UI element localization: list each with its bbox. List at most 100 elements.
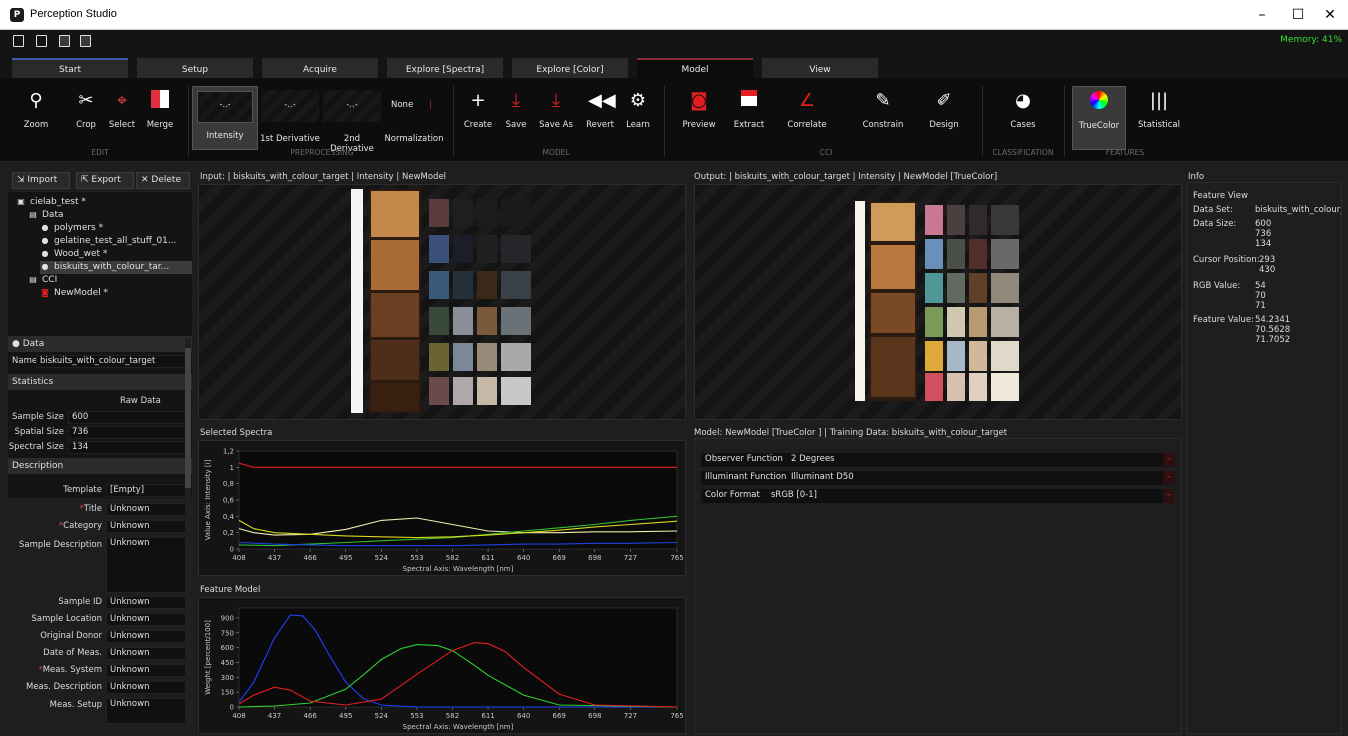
category-field[interactable]: Unknown bbox=[106, 520, 186, 533]
design-button[interactable]: ✐ Design bbox=[922, 86, 966, 144]
date-of-meas-field[interactable]: Unknown bbox=[106, 647, 186, 660]
tree-item-wood-wet[interactable]: ● Wood_wet * bbox=[40, 248, 108, 261]
first-derivative-button[interactable]: -..- 1st Derivative bbox=[259, 86, 321, 144]
scrollbar-thumb[interactable] bbox=[185, 348, 191, 488]
tab-explore-spectra[interactable]: Explore [Spectra] bbox=[387, 58, 503, 78]
x-tick-label: 466 bbox=[303, 554, 317, 562]
tree-item-label: gelatine_test_all_stuff_01... bbox=[54, 236, 177, 246]
biscuit-4 bbox=[371, 340, 419, 380]
truecolor-button[interactable]: TrueColor bbox=[1072, 86, 1126, 150]
template-field[interactable]: [Empty] bbox=[106, 484, 186, 497]
x-tick-label: 495 bbox=[339, 712, 352, 720]
wand-icon: ✐ bbox=[936, 90, 952, 111]
group-edit: EDIT bbox=[91, 148, 109, 157]
tree-item-label: CCI bbox=[42, 275, 58, 285]
observer-function-value[interactable]: 2 Degrees bbox=[791, 454, 834, 464]
intensity-preview: -..- bbox=[197, 91, 253, 123]
learn-button[interactable]: ⚙ Learn bbox=[620, 86, 656, 144]
revert-button[interactable]: ◀◀ Revert bbox=[582, 86, 618, 144]
delete-label: Delete bbox=[151, 175, 181, 185]
meas-description-label: Meas. Description bbox=[25, 682, 102, 692]
color-format-row[interactable]: Color Format sRGB [0-1] – bbox=[701, 489, 1175, 503]
datasize-value: 600 736 134 bbox=[1255, 219, 1272, 249]
dropdown-arrow-icon[interactable]: – bbox=[1163, 489, 1175, 503]
tree-item-polymers[interactable]: ● polymers * bbox=[40, 222, 104, 235]
tree-item-label: Data bbox=[42, 210, 64, 220]
biscuit-5 bbox=[371, 383, 419, 411]
new-file-icon[interactable] bbox=[13, 35, 24, 47]
x-tick-label: 495 bbox=[339, 554, 352, 562]
x-tick-label: 640 bbox=[517, 554, 530, 562]
tree-item-cci-folder[interactable]: ▤ CCI bbox=[28, 274, 57, 287]
biscuit-1 bbox=[871, 203, 915, 241]
tab-model[interactable]: Model bbox=[637, 58, 753, 78]
tab-explore-color[interactable]: Explore [Color] bbox=[512, 58, 628, 78]
tab-setup[interactable]: Setup bbox=[137, 58, 253, 78]
constrain-label: Constrain bbox=[862, 120, 904, 130]
save-as-button[interactable]: ⤓ Save As bbox=[536, 86, 576, 144]
dropdown-arrow-icon[interactable]: – bbox=[1163, 453, 1175, 467]
input-image-view[interactable] bbox=[198, 184, 686, 420]
color-format-value[interactable]: sRGB [0-1] bbox=[771, 490, 817, 500]
close-button[interactable]: ✕ bbox=[1312, 0, 1348, 30]
tree-item-gelatine[interactable]: ● gelatine_test_all_stuff_01... bbox=[40, 235, 177, 248]
meas-system-field[interactable]: Unknown bbox=[106, 664, 186, 677]
info-panel: Feature View Data Set: biskuits_with_col… bbox=[1186, 182, 1342, 734]
extract-button[interactable]: Extract bbox=[728, 86, 770, 144]
output-image-view[interactable] bbox=[694, 184, 1182, 420]
original-donor-field[interactable]: Unknown bbox=[106, 630, 186, 643]
selected-spectra-plot[interactable]: 408 437 466 495 524 553 582 611 640 669 698 727 765 0… bbox=[198, 440, 686, 576]
minimize-button[interactable]: – bbox=[1244, 0, 1280, 30]
sample-description-field[interactable]: Unknown bbox=[106, 537, 186, 593]
observer-function-label: Observer Function bbox=[705, 454, 783, 464]
meas-description-field[interactable]: Unknown bbox=[106, 681, 186, 694]
save-all-icon[interactable] bbox=[80, 35, 91, 47]
app-window: P Perception Studio – ☐ ✕ Memory: 41% St… bbox=[0, 0, 1348, 736]
tree-item-project[interactable]: ▣ cielab_test * bbox=[16, 196, 86, 209]
intensity-button[interactable]: -..- Intensity bbox=[192, 86, 258, 150]
zoom-button[interactable]: ⚲ Zoom bbox=[16, 86, 56, 144]
ribbon: ⚲ Zoom ✂ Crop ⌖ Select Merge EDIT -..- Inte… bbox=[0, 78, 1348, 162]
delete-button[interactable]: ✕ Delete bbox=[136, 172, 190, 189]
statistical-button[interactable]: ||| Statistical bbox=[1134, 86, 1184, 144]
tree-item-newmodel[interactable]: ◙ NewModel * bbox=[40, 287, 108, 300]
tree-item-biskuits[interactable]: ● biskuits_with_colour_tar... bbox=[40, 261, 192, 274]
name-field[interactable]: biskuits_with_colour_target bbox=[36, 355, 186, 368]
y-tick-label: 750 bbox=[221, 629, 234, 637]
tree-item-data-folder[interactable]: ▤ Data bbox=[28, 209, 64, 222]
data-section-header[interactable]: ● Data bbox=[8, 336, 192, 352]
observer-function-row[interactable]: Observer Function 2 Degrees – bbox=[701, 453, 1175, 467]
illuminant-function-row[interactable]: Illuminant Function Illuminant D50 – bbox=[701, 471, 1175, 485]
import-button[interactable]: ⇲ Import bbox=[12, 172, 70, 189]
maximize-button[interactable]: ☐ bbox=[1280, 0, 1316, 30]
title-field[interactable]: Unknown bbox=[106, 503, 186, 516]
save-model-button[interactable]: ⤓ Save bbox=[498, 86, 534, 144]
dataset-icon: ● bbox=[41, 262, 49, 271]
left-panel-scrollbar[interactable] bbox=[185, 338, 191, 736]
select-button[interactable]: ⌖ Select bbox=[102, 86, 142, 144]
save-icon[interactable] bbox=[59, 35, 70, 47]
normalization-button[interactable]: None | Normalization bbox=[384, 86, 444, 144]
preview-button[interactable]: ◙ Preview bbox=[678, 86, 720, 144]
tab-acquire[interactable]: Acquire bbox=[262, 58, 378, 78]
constrain-button[interactable]: ✎ Constrain bbox=[858, 86, 908, 144]
sample-id-field[interactable]: Unknown bbox=[106, 596, 186, 609]
tab-start[interactable]: Start bbox=[12, 58, 128, 78]
scissors-icon: ✂ bbox=[78, 90, 94, 111]
correlate-button[interactable]: ∠ Correlate bbox=[782, 86, 832, 144]
meas-setup-field[interactable]: Unknown bbox=[106, 698, 186, 724]
export-button[interactable]: ⇱ Export bbox=[76, 172, 134, 189]
x-tick-label: 669 bbox=[553, 554, 566, 562]
illuminant-function-value[interactable]: Illuminant D50 bbox=[791, 472, 854, 482]
create-button[interactable]: + Create bbox=[460, 86, 496, 144]
dropdown-arrow-icon[interactable]: – bbox=[1163, 471, 1175, 485]
open-file-icon[interactable] bbox=[36, 35, 47, 47]
tree-item-label: NewModel * bbox=[54, 288, 109, 298]
merge-button[interactable]: Merge bbox=[140, 86, 180, 144]
feature-model-plot[interactable]: 408 437 466 495 524 553 582 611 640 669 698 727 765 0… bbox=[198, 597, 686, 734]
second-derivative-button[interactable]: -..- 2nd Derivative bbox=[321, 86, 383, 154]
sample-location-field[interactable]: Unknown bbox=[106, 613, 186, 626]
cases-button[interactable]: ◕ Cases bbox=[1000, 86, 1046, 144]
tab-view[interactable]: View bbox=[762, 58, 878, 78]
crop-button[interactable]: ✂ Crop bbox=[66, 86, 106, 144]
